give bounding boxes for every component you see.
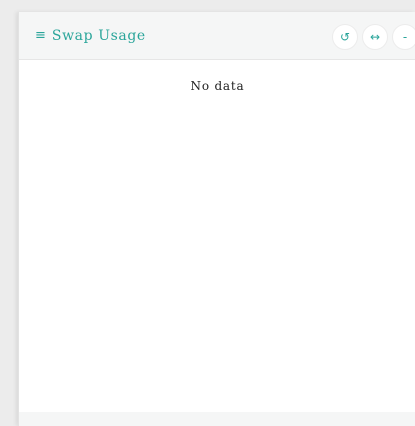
- refresh-button[interactable]: ↺: [332, 24, 358, 50]
- swap-usage-panel: ≡ Swap Usage ↺ ↔ - No data: [18, 12, 415, 426]
- expand-button[interactable]: ↔: [362, 24, 388, 50]
- refresh-icon: ↺: [339, 30, 351, 44]
- minimize-button[interactable]: -: [392, 24, 415, 50]
- empty-state-message: No data: [190, 79, 245, 93]
- panel-title: Swap Usage: [51, 28, 146, 44]
- panel-header: ≡ Swap Usage ↺ ↔ -: [19, 12, 415, 60]
- panel-title-group: ≡ Swap Usage: [35, 26, 146, 46]
- panel-controls: ↺ ↔ -: [328, 24, 415, 50]
- panel-body: No data: [19, 60, 415, 412]
- panel-footer: [19, 412, 415, 426]
- minimize-icon: -: [402, 30, 408, 44]
- expand-horizontal-icon: ↔: [369, 30, 381, 44]
- hamburger-menu-icon[interactable]: ≡: [35, 26, 46, 46]
